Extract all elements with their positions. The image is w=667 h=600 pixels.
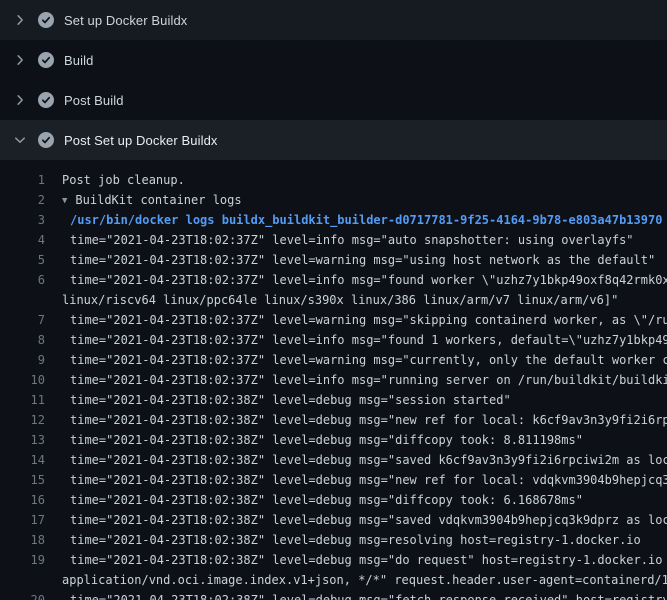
- log-line: 8 time="2021-04-23T18:02:37Z" level=info …: [0, 330, 667, 350]
- log-line-text: time="2021-04-23T18:02:37Z" level=info m…: [62, 230, 634, 250]
- log-line-number[interactable]: 5: [0, 250, 45, 270]
- log-line-number[interactable]: 4: [0, 230, 45, 250]
- log-line-text: application/vnd.oci.image.index.v1+json,…: [62, 570, 667, 590]
- check-circle-icon: [38, 12, 54, 28]
- check-circle-icon: [38, 92, 54, 108]
- log-line-text: Post job cleanup.: [62, 170, 185, 190]
- step-label: Build: [64, 53, 93, 68]
- log-line-text: time="2021-04-23T18:02:37Z" level=warnin…: [62, 310, 667, 330]
- log-line-number[interactable]: 9: [0, 350, 45, 370]
- log-line-text: time="2021-04-23T18:02:38Z" level=debug …: [62, 490, 583, 510]
- log-line: 18 time="2021-04-23T18:02:38Z" level=debu…: [0, 530, 667, 550]
- log-line: 6 time="2021-04-23T18:02:37Z" level=info …: [0, 270, 667, 290]
- log-line: application/vnd.oci.image.index.v1+json,…: [0, 570, 667, 590]
- step-header-build[interactable]: Build: [0, 40, 667, 80]
- log-line-text: time="2021-04-23T18:02:38Z" level=debug …: [62, 430, 583, 450]
- log-line-number[interactable]: 19: [0, 550, 45, 570]
- chevron-right-icon: [12, 52, 28, 68]
- log-line-text: linux/riscv64 linux/ppc64le linux/s390x …: [62, 290, 618, 310]
- log-line-number[interactable]: 11: [0, 390, 45, 410]
- log-output: 1 Post job cleanup. 2 ▼ BuildKit container l…: [0, 160, 667, 600]
- log-line-number[interactable]: 8: [0, 330, 45, 350]
- log-line: 3/usr/bin/docker logs buildx_buildkit_bu…: [0, 210, 667, 230]
- log-group-line[interactable]: 2 ▼ BuildKit container logs: [0, 190, 667, 210]
- log-line-number[interactable]: 17: [0, 510, 45, 530]
- log-line: 4 time="2021-04-23T18:02:37Z" level=info …: [0, 230, 667, 250]
- log-line-text: time="2021-04-23T18:02:38Z" level=debug …: [62, 550, 667, 570]
- actions-log-viewer: Set up Docker Buildx Build Post Build: [0, 0, 667, 600]
- log-line-number[interactable]: 14: [0, 450, 45, 470]
- log-line-number[interactable]: 10: [0, 370, 45, 390]
- log-line-number[interactable]: 20: [0, 590, 45, 600]
- log-line-number[interactable]: 12: [0, 410, 45, 430]
- step-list: Set up Docker Buildx Build Post Build: [0, 0, 667, 160]
- log-line-text: time="2021-04-23T18:02:38Z" level=debug …: [62, 410, 667, 430]
- chevron-right-icon: [12, 92, 28, 108]
- group-expanded-triangle-icon[interactable]: ▼: [62, 191, 67, 210]
- step-label: Post Build: [64, 93, 124, 108]
- log-line: 5 time="2021-04-23T18:02:37Z" level=warni…: [0, 250, 667, 270]
- log-line: 1 Post job cleanup.: [0, 170, 667, 190]
- log-line-text: time="2021-04-23T18:02:38Z" level=debug …: [62, 530, 641, 550]
- step-header-post-build[interactable]: Post Build: [0, 80, 667, 120]
- step-header-post-setup-docker-buildx[interactable]: Post Set up Docker Buildx: [0, 120, 667, 160]
- log-line: 9 time="2021-04-23T18:02:37Z" level=warni…: [0, 350, 667, 370]
- log-line-number[interactable]: 2: [0, 190, 45, 210]
- log-line-text: time="2021-04-23T18:02:37Z" level=warnin…: [62, 250, 655, 270]
- log-line: 17 time="2021-04-23T18:02:38Z" level=debu…: [0, 510, 667, 530]
- chevron-right-icon: [12, 12, 28, 28]
- log-line-number: [0, 290, 45, 310]
- log-line-number[interactable]: 13: [0, 430, 45, 450]
- log-line-number[interactable]: 18: [0, 530, 45, 550]
- log-line-text: time="2021-04-23T18:02:37Z" level=info m…: [62, 270, 667, 290]
- log-line: linux/riscv64 linux/ppc64le linux/s390x …: [0, 290, 667, 310]
- log-command-text: /usr/bin/docker logs buildx_buildkit_bui…: [62, 210, 662, 230]
- log-line: 19 time="2021-04-23T18:02:38Z" level=debu…: [0, 550, 667, 570]
- log-line-text: time="2021-04-23T18:02:38Z" level=debug …: [62, 510, 667, 530]
- log-line-number[interactable]: 1: [0, 170, 45, 190]
- log-line: 12 time="2021-04-23T18:02:38Z" level=debu…: [0, 410, 667, 430]
- step-label: Set up Docker Buildx: [64, 13, 187, 28]
- log-line-number[interactable]: 7: [0, 310, 45, 330]
- log-line: 15 time="2021-04-23T18:02:38Z" level=debu…: [0, 470, 667, 490]
- log-line-number[interactable]: 6: [0, 270, 45, 290]
- log-line-text: time="2021-04-23T18:02:37Z" level=info m…: [62, 370, 667, 390]
- check-circle-icon: [38, 132, 54, 148]
- group-label: BuildKit container logs: [75, 193, 241, 207]
- log-line-text: ▼ BuildKit container logs: [62, 190, 242, 210]
- check-circle-icon: [38, 52, 54, 68]
- log-line-text: time="2021-04-23T18:02:38Z" level=debug …: [62, 450, 667, 470]
- log-line: 7 time="2021-04-23T18:02:37Z" level=warni…: [0, 310, 667, 330]
- log-line-number[interactable]: 16: [0, 490, 45, 510]
- log-line-text: time="2021-04-23T18:02:37Z" level=warnin…: [62, 350, 667, 370]
- log-line: 14 time="2021-04-23T18:02:38Z" level=debu…: [0, 450, 667, 470]
- chevron-down-icon: [12, 132, 28, 148]
- log-line-text: time="2021-04-23T18:02:38Z" level=debug …: [62, 470, 667, 490]
- log-line: 20 time="2021-04-23T18:02:38Z" level=debu…: [0, 590, 667, 600]
- log-line: 11 time="2021-04-23T18:02:38Z" level=debu…: [0, 390, 667, 410]
- log-line-text: time="2021-04-23T18:02:38Z" level=debug …: [62, 390, 511, 410]
- log-line-number: [0, 570, 45, 590]
- step-header-setup-docker-buildx[interactable]: Set up Docker Buildx: [0, 0, 667, 40]
- log-line: 13 time="2021-04-23T18:02:38Z" level=debu…: [0, 430, 667, 450]
- log-line-text: time="2021-04-23T18:02:38Z" level=debug …: [62, 590, 667, 600]
- log-line-number[interactable]: 15: [0, 470, 45, 490]
- log-line-text: time="2021-04-23T18:02:37Z" level=info m…: [62, 330, 667, 350]
- step-label: Post Set up Docker Buildx: [64, 133, 218, 148]
- log-line: 10 time="2021-04-23T18:02:37Z" level=info…: [0, 370, 667, 390]
- log-line: 16 time="2021-04-23T18:02:38Z" level=debu…: [0, 490, 667, 510]
- log-line-number[interactable]: 3: [0, 210, 45, 230]
